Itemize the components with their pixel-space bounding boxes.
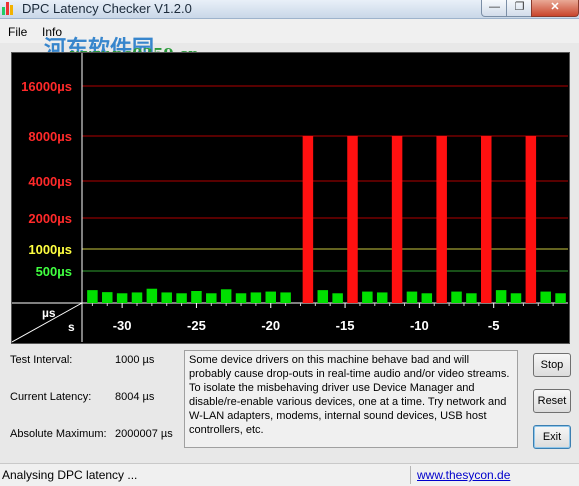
latency-bar <box>220 289 232 303</box>
latency-bar <box>131 292 143 303</box>
test-interval-label: Test Interval: <box>10 354 73 366</box>
latency-bar <box>466 293 477 303</box>
latency-bar <box>191 291 202 303</box>
latency-bar <box>302 136 314 303</box>
latency-bar <box>436 136 447 303</box>
latency-bar <box>250 292 262 303</box>
y-tick-label: 500µs <box>36 264 72 279</box>
description-text: Some device drivers on this machine beha… <box>184 350 518 448</box>
latency-bar <box>540 291 551 303</box>
latency-bar <box>362 291 373 303</box>
latency-bar <box>525 136 537 303</box>
current-latency-value: 8004 µs <box>115 391 155 403</box>
latency-bar <box>555 293 566 303</box>
exit-button[interactable]: Exit <box>533 425 571 449</box>
latency-bar <box>376 292 388 303</box>
latency-bar <box>102 292 113 303</box>
latency-chart-svg: 16000µs 8000µs 4000µs 2000µs 1000µs 500µs µss -… <box>12 53 568 343</box>
latency-bar <box>176 293 187 303</box>
x-tick-label: -10 <box>410 318 429 333</box>
status-bar: Analysing DPC latency ... www.thesycon.d… <box>0 463 579 486</box>
x-tick-label: -25 <box>187 318 206 333</box>
app-icon <box>2 2 15 15</box>
close-button[interactable]: ✕ <box>531 0 579 17</box>
status-divider <box>410 466 411 484</box>
latency-bar <box>265 291 277 303</box>
latency-bar <box>161 292 172 303</box>
window-title: DPC Latency Checker V1.2.0 <box>22 1 192 16</box>
x-tick-label: -20 <box>261 318 280 333</box>
latency-bar <box>116 293 128 303</box>
latency-bar <box>510 293 522 303</box>
y-tick-label: 8000µs <box>28 129 72 144</box>
latency-bar <box>391 136 403 303</box>
current-latency-label: Current Latency: <box>10 391 92 403</box>
latency-bar <box>235 293 247 303</box>
maximize-button[interactable]: ❐ <box>506 0 533 17</box>
menu-bar: File Info 河东软件园 <box>0 19 579 62</box>
corner-unit-s: s <box>68 320 75 334</box>
y-tick-label: 16000µs <box>21 79 72 94</box>
title-bar: DPC Latency Checker V1.2.0 — ❐ ✕ <box>0 0 579 19</box>
stop-button[interactable]: Stop <box>533 353 571 377</box>
y-tick-label: 2000µs <box>28 211 72 226</box>
y-tick-label: 1000µs <box>28 242 72 257</box>
x-tick-label: -15 <box>336 318 355 333</box>
test-interval-value: 1000 µs <box>115 354 155 366</box>
latency-bar <box>146 288 158 303</box>
absolute-maximum-label: Absolute Maximum: <box>10 428 107 440</box>
latency-bar <box>347 136 358 303</box>
latency-chart: 16000µs 8000µs 4000µs 2000µs 1000µs 500µs µs s -… <box>11 52 570 344</box>
website-link[interactable]: www.thesycon.de <box>417 468 510 482</box>
menu-file[interactable]: File <box>8 25 27 39</box>
latency-bar <box>406 291 418 303</box>
x-tick-label: -30 <box>113 318 132 333</box>
latency-bar <box>317 290 329 303</box>
latency-bar <box>421 293 433 303</box>
latency-bar <box>280 292 291 303</box>
y-tick-label: 4000µs <box>28 174 72 189</box>
latency-bar <box>87 290 98 303</box>
reset-button[interactable]: Reset <box>533 389 571 413</box>
minimize-button[interactable]: — <box>481 0 508 17</box>
latency-bar <box>332 293 343 303</box>
latency-bar <box>206 293 217 303</box>
status-text: Analysing DPC latency ... <box>2 468 138 482</box>
latency-bar <box>481 136 492 303</box>
corner-unit-us: µs <box>42 306 56 320</box>
latency-bar <box>451 291 462 303</box>
absolute-maximum-value: 2000007 µs <box>115 428 173 440</box>
latency-bar <box>495 290 507 303</box>
x-tick-label: -5 <box>488 318 500 333</box>
